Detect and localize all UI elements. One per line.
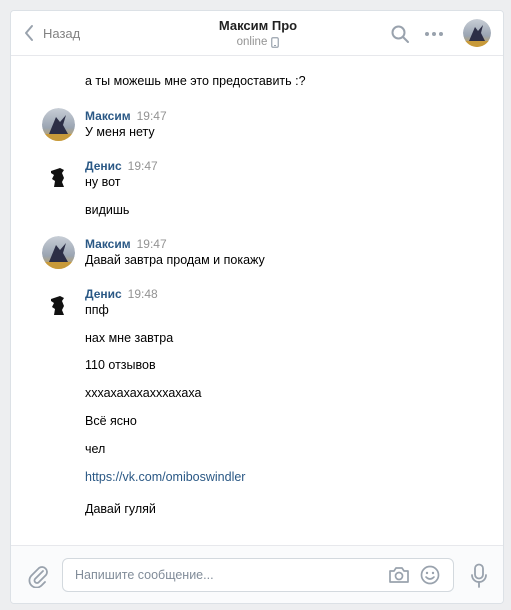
chat-avatar[interactable] [463, 19, 491, 47]
message-text: https://vk.com/omiboswindler [85, 469, 245, 485]
message-text: чел [85, 442, 106, 456]
chat-title: Максим Про [218, 18, 298, 33]
message-time: 19:47 [136, 237, 167, 251]
back-button[interactable]: Назад [23, 23, 80, 43]
message-text: У меня нету [85, 125, 155, 139]
message-time: 19:48 [127, 287, 158, 301]
chat-title-block[interactable]: Максим Про online [161, 18, 355, 50]
message-text: Давай гуляй [85, 502, 156, 516]
message-author: Денис 19:47 [85, 158, 158, 174]
avatar[interactable] [42, 158, 75, 191]
author-name[interactable]: Денис [85, 287, 122, 301]
message-text: ну вот [85, 175, 121, 189]
message-text: Всё ясно [85, 414, 137, 428]
status-text: online [236, 36, 268, 48]
message-text: 110 отзывов [85, 358, 156, 372]
author-name[interactable]: Максим [85, 237, 131, 251]
message-time: 19:47 [136, 109, 167, 123]
message-text: а ты можешь мне это предоставить :? [85, 74, 306, 88]
message-author: Максим 19:47 [85, 108, 167, 124]
message-time: 19:47 [127, 159, 158, 173]
message-text: нах мне завтра [85, 331, 174, 345]
search-icon[interactable] [390, 24, 410, 44]
message-text: ппф [85, 303, 109, 317]
avatar[interactable] [42, 286, 75, 319]
author-name[interactable]: Денис [85, 159, 122, 173]
smile-icon[interactable] [420, 565, 440, 585]
message-input[interactable] [75, 559, 375, 591]
chevron-left-icon [25, 25, 33, 41]
author-name[interactable]: Максим [85, 109, 131, 123]
message-author: Максим 19:47 [85, 236, 167, 252]
message-text: Давай завтра продам и покажу [85, 253, 265, 267]
message-text: хххахахахахххахаха [85, 386, 202, 400]
message-author: Денис 19:48 [85, 286, 158, 302]
paperclip-icon[interactable] [27, 564, 49, 588]
online-status: online [161, 34, 355, 50]
message-history: а ты можешь мне это предоставить :? Макс… [11, 57, 503, 545]
camera-icon[interactable] [388, 565, 410, 585]
avatar[interactable] [42, 108, 75, 141]
mobile-phone-icon [271, 36, 280, 48]
chat-header: Назад Максим Про online [11, 11, 503, 56]
message-text: видишь [85, 203, 130, 217]
back-label: Назад [43, 25, 81, 41]
message-input-box [62, 558, 454, 592]
avatar[interactable] [42, 236, 75, 269]
more-options-icon[interactable] [424, 25, 444, 43]
message-link[interactable]: https://vk.com/omiboswindler [85, 470, 245, 484]
chat-window: Назад Максим Про online а ты можешь мне … [10, 10, 504, 604]
microphone-icon[interactable] [470, 563, 488, 589]
message-composer [11, 545, 503, 603]
